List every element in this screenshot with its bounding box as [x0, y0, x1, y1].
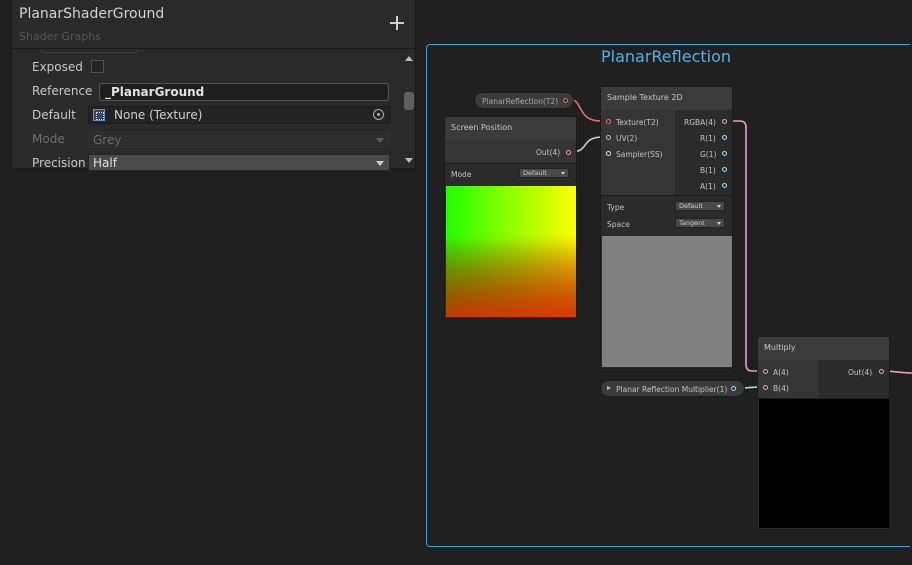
output-port-label: Out(4): [848, 368, 873, 377]
scroll-up-icon[interactable]: [405, 56, 413, 61]
a-input-port[interactable]: [763, 369, 768, 374]
b-output-label: B(1): [700, 166, 716, 175]
node-header[interactable]: Screen Position: [445, 117, 576, 140]
sampler-input-label: Sampler(SS): [616, 150, 663, 159]
default-label: Default: [32, 108, 76, 122]
mode-dropdown[interactable]: Default: [519, 168, 569, 178]
mode-label: Mode: [32, 132, 65, 146]
b-output-port[interactable]: [722, 167, 727, 172]
blackboard-scrollbar[interactable]: [404, 52, 414, 166]
property-node-label: PlanarReflection(T2): [482, 97, 559, 106]
rgba-output-port[interactable]: [722, 119, 727, 124]
type-dropdown[interactable]: Default: [675, 201, 725, 211]
planar-reflection-multiplier-property-node[interactable]: Planar Reflection Multiplier(1): [600, 380, 745, 397]
scroll-down-icon[interactable]: [405, 158, 413, 163]
a-input-label: A(4): [773, 368, 789, 377]
object-picker-icon[interactable]: [373, 109, 384, 120]
precision-label: Precision: [32, 156, 86, 170]
property-node-label: Planar Reflection Multiplier(1): [616, 385, 728, 394]
output-port-label: Out(4): [536, 148, 561, 157]
space-label: Space: [607, 220, 630, 229]
g-output-port[interactable]: [722, 151, 727, 156]
space-dropdown[interactable]: Tangent: [675, 218, 725, 228]
node-title: Multiply: [764, 343, 796, 352]
type-label: Type: [607, 203, 625, 212]
precision-dropdown-value: Half: [93, 156, 117, 170]
exposed-label: Exposed: [32, 60, 83, 74]
preview-image: [446, 186, 576, 317]
blackboard-subtitle: Shader Graphs: [19, 30, 101, 43]
mode-dropdown: Grey: [88, 131, 390, 148]
preview-image: [602, 236, 732, 367]
g-output-label: G(1): [700, 150, 717, 159]
b-input-label: B(4): [773, 384, 789, 393]
property-row-stub: [40, 49, 138, 53]
chevron-down-icon: [376, 138, 384, 143]
node-header[interactable]: Sample Texture 2D: [601, 87, 732, 110]
blackboard-title: PlanarShaderGround: [19, 6, 165, 22]
property-output-port[interactable]: [563, 98, 568, 103]
b-input-port[interactable]: [763, 385, 768, 390]
reference-label: Reference: [32, 84, 93, 98]
exposed-indicator-icon: [607, 386, 611, 390]
a-output-port[interactable]: [722, 183, 727, 188]
node-header[interactable]: Multiply: [758, 337, 889, 360]
mode-dropdown-value: Grey: [93, 133, 122, 147]
texture-input-label: Texture(T2): [616, 118, 659, 127]
mode-label: Mode: [451, 170, 472, 179]
preview-image: [759, 399, 889, 528]
uv-input-port[interactable]: [606, 135, 611, 140]
default-texture-value: None (Texture): [114, 108, 203, 122]
planar-reflection-property-node[interactable]: PlanarReflection(T2): [474, 92, 574, 109]
node-title: Sample Texture 2D: [607, 93, 683, 102]
r-output-label: R(1): [700, 134, 716, 143]
group-title[interactable]: PlanarReflection: [427, 47, 905, 66]
sampler-input-port[interactable]: [606, 151, 611, 156]
sample-texture-2d-node[interactable]: Sample Texture 2D Texture(T2) UV(2) Samp…: [600, 86, 733, 369]
multiply-node[interactable]: Multiply A(4) B(4) Out(4): [757, 336, 890, 530]
r-output-port[interactable]: [722, 135, 727, 140]
blackboard-panel: PlanarShaderGround Shader Graphs Exposed…: [11, 0, 416, 171]
scroll-thumb[interactable]: [404, 92, 414, 110]
add-property-button[interactable]: [388, 14, 406, 32]
screen-position-node[interactable]: Screen Position Out(4) Mode Default: [444, 116, 577, 319]
a-output-label: A(1): [700, 182, 716, 191]
default-texture-field[interactable]: None (Texture): [88, 106, 390, 124]
precision-dropdown[interactable]: Half: [88, 154, 390, 171]
exposed-checkbox[interactable]: [91, 60, 104, 73]
texture-icon: [93, 109, 105, 121]
preview-overlay: [446, 186, 576, 317]
divider: [445, 163, 576, 164]
property-output-port[interactable]: [731, 386, 736, 391]
rgba-output-label: RGBA(4): [684, 118, 716, 127]
divider: [601, 195, 732, 196]
output-port[interactable]: [879, 369, 884, 374]
output-port[interactable]: [566, 150, 571, 155]
node-title: Screen Position: [451, 123, 513, 132]
texture-input-port[interactable]: [606, 119, 611, 124]
reference-field[interactable]: _PlanarGround: [99, 83, 389, 101]
uv-input-label: UV(2): [616, 134, 638, 143]
chevron-down-icon: [376, 161, 384, 166]
